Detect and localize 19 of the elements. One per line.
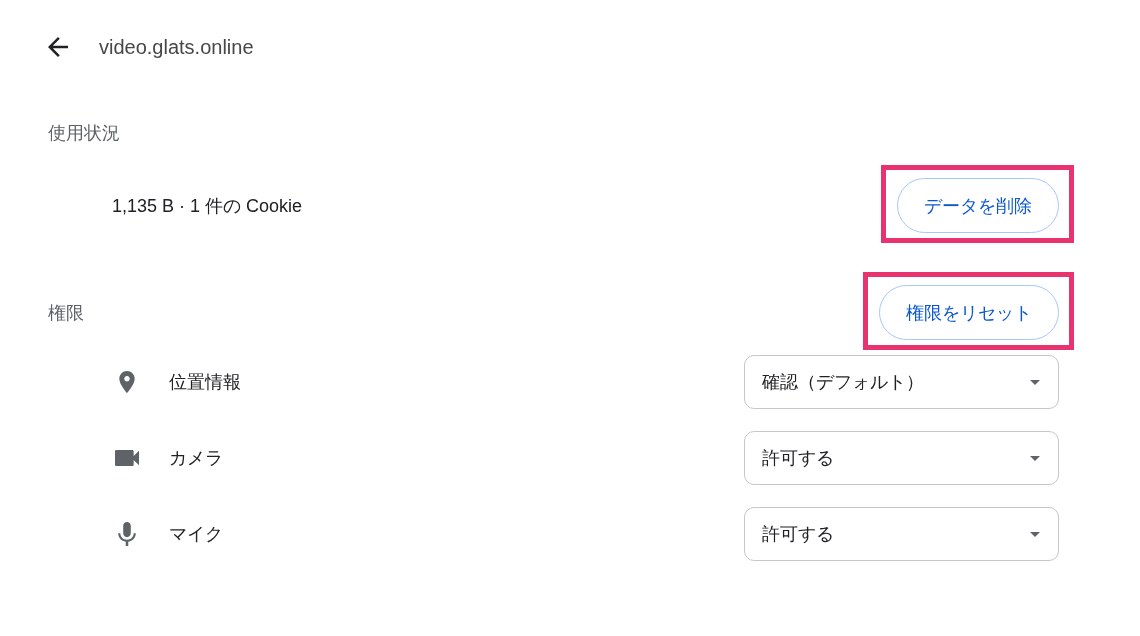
video-camera-icon bbox=[115, 450, 139, 466]
permission-label: カメラ bbox=[169, 447, 224, 470]
microphone-icon bbox=[118, 522, 136, 546]
permission-label: マイク bbox=[169, 523, 224, 546]
caret-icon bbox=[1030, 455, 1040, 461]
caret-icon bbox=[1030, 531, 1040, 537]
reset-permissions-button[interactable]: 権限をリセット bbox=[879, 285, 1059, 340]
back-icon[interactable] bbox=[48, 37, 68, 57]
permission-dropdown[interactable]: 許可する bbox=[744, 507, 1059, 561]
clear-data-button[interactable]: データを削除 bbox=[897, 178, 1059, 233]
caret-icon bbox=[1030, 379, 1040, 385]
location-pin-icon bbox=[119, 371, 135, 393]
section-heading: 使用状況 bbox=[48, 122, 120, 145]
usage-summary: 1,135 B · 1 件の Cookie bbox=[112, 194, 303, 218]
permission-dropdown[interactable]: 確認（デフォルト） bbox=[744, 355, 1059, 409]
section-heading: 権限 bbox=[48, 301, 84, 325]
permission-label: 位置情報 bbox=[169, 371, 242, 394]
permission-dropdown[interactable]: 許可する bbox=[744, 431, 1059, 485]
site-title: video.glats.online bbox=[99, 35, 254, 59]
